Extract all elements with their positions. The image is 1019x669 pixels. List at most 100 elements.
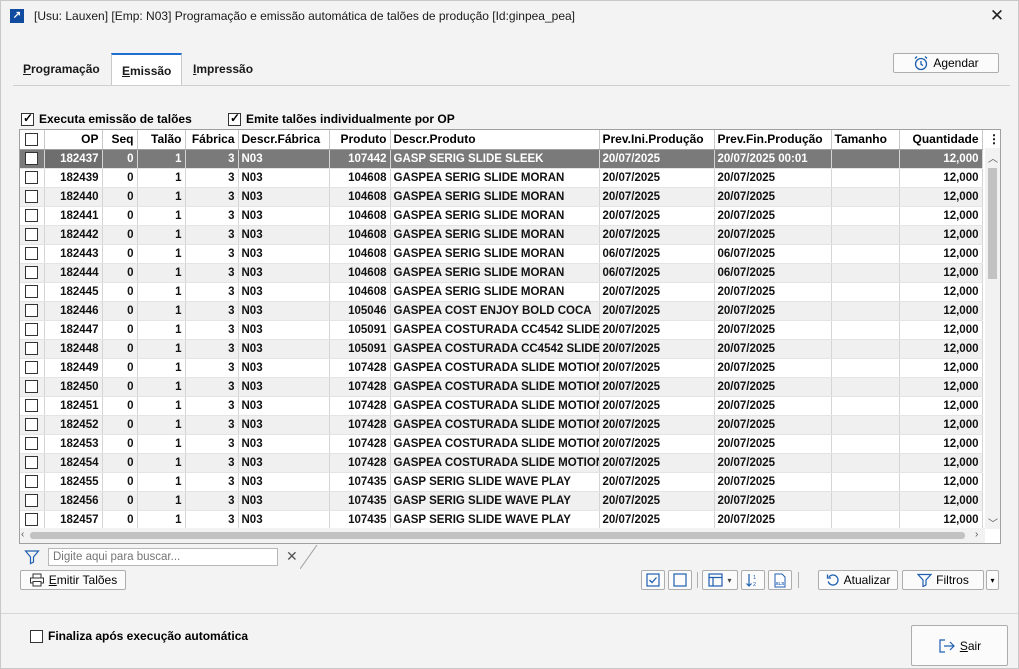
seq-cell[interactable]: 0: [102, 301, 138, 321]
descr-fabrica-cell[interactable]: N03: [238, 339, 330, 359]
quantidade-cell[interactable]: 12,000: [899, 244, 983, 264]
export-excel-button[interactable]: XLS: [768, 570, 792, 590]
row-checkbox[interactable]: [25, 475, 39, 488]
seq-cell[interactable]: 0: [102, 206, 138, 226]
talao-cell[interactable]: 1: [137, 415, 186, 435]
scroll-up-icon[interactable]: ︿: [988, 150, 998, 165]
table-row[interactable]: 182452 0 1 3 N03 107428 GASPEA COSTURADA SLIDE…: [20, 415, 983, 435]
row-select-cell[interactable]: [20, 415, 45, 435]
prev-fin-cell[interactable]: 06/07/2025: [714, 244, 832, 264]
talao-cell[interactable]: 1: [137, 187, 186, 207]
talao-cell[interactable]: 1: [137, 320, 186, 340]
fabrica-cell[interactable]: 3: [185, 206, 239, 226]
prev-ini-cell[interactable]: 20/07/2025: [599, 510, 715, 530]
prev-fin-cell[interactable]: 20/07/2025: [714, 453, 832, 473]
descr-fabrica-cell[interactable]: N03: [238, 453, 330, 473]
emite-individualmente-option[interactable]: Emite talões individualmente por OP: [228, 111, 455, 126]
col-talao[interactable]: Talão: [137, 130, 186, 150]
seq-cell[interactable]: 0: [102, 491, 138, 511]
prev-ini-cell[interactable]: 06/07/2025: [599, 244, 715, 264]
table-row[interactable]: 182445 0 1 3 N03 104608 GASPEA SERIG SLIDE MOR…: [20, 282, 983, 302]
table-row[interactable]: 182439 0 1 3 N03 104608 GASPEA SERIG SLIDE MOR…: [20, 168, 983, 188]
op-cell[interactable]: 182452: [44, 415, 103, 435]
col-produto[interactable]: Produto: [329, 130, 391, 150]
emite-individualmente-checkbox[interactable]: [228, 111, 241, 126]
prev-fin-cell[interactable]: 20/07/2025: [714, 510, 832, 530]
fabrica-cell[interactable]: 3: [185, 377, 239, 397]
descr-fabrica-cell[interactable]: N03: [238, 168, 330, 188]
fabrica-cell[interactable]: 3: [185, 396, 239, 416]
produto-cell[interactable]: 107435: [329, 472, 391, 492]
col-prev-fin[interactable]: Prev.Fin.Produção: [714, 130, 832, 150]
row-select-cell[interactable]: [20, 491, 45, 511]
descr-produto-cell[interactable]: GASP SERIG SLIDE WAVE PLAY: [390, 472, 600, 492]
prev-fin-cell[interactable]: 20/07/2025: [714, 301, 832, 321]
col-seq[interactable]: Seq: [102, 130, 138, 150]
tamanho-cell[interactable]: [831, 434, 900, 454]
prev-ini-cell[interactable]: 20/07/2025: [599, 396, 715, 416]
row-select-cell[interactable]: [20, 282, 45, 302]
row-checkbox[interactable]: [25, 247, 39, 260]
talao-cell[interactable]: 1: [137, 149, 186, 169]
descr-produto-cell[interactable]: GASPEA SERIG SLIDE MORAN: [390, 187, 600, 207]
talao-cell[interactable]: 1: [137, 453, 186, 473]
talao-cell[interactable]: 1: [137, 358, 186, 378]
prev-ini-cell[interactable]: 20/07/2025: [599, 206, 715, 226]
descr-fabrica-cell[interactable]: N03: [238, 282, 330, 302]
horizontal-scroll-thumb[interactable]: [30, 532, 965, 539]
quantidade-cell[interactable]: 12,000: [899, 168, 983, 188]
descr-produto-cell[interactable]: GASPEA COSTURADA SLIDE MOTION: [390, 415, 600, 435]
talao-cell[interactable]: 1: [137, 225, 186, 245]
tab-impressao[interactable]: Impressão: [183, 53, 263, 85]
finaliza-option[interactable]: Finaliza após execução automática: [30, 629, 248, 643]
tamanho-cell[interactable]: [831, 320, 900, 340]
col-tamanho[interactable]: Tamanho: [831, 130, 900, 150]
sort-button[interactable]: 12: [741, 570, 765, 590]
prev-ini-cell[interactable]: 20/07/2025: [599, 149, 715, 169]
uncheck-all-button[interactable]: [668, 570, 692, 590]
descr-produto-cell[interactable]: GASPEA COSTURADA SLIDE MOTION: [390, 377, 600, 397]
produto-cell[interactable]: 105091: [329, 339, 391, 359]
tamanho-cell[interactable]: [831, 263, 900, 283]
op-cell[interactable]: 182440: [44, 187, 103, 207]
vertical-scroll-thumb[interactable]: [988, 168, 997, 279]
row-select-cell[interactable]: [20, 263, 45, 283]
agendar-button[interactable]: Agendar: [893, 53, 999, 73]
emitir-taloes-button[interactable]: Emitir Talões: [20, 570, 126, 590]
quantidade-cell[interactable]: 12,000: [899, 187, 983, 207]
produto-cell[interactable]: 104608: [329, 187, 391, 207]
descr-fabrica-cell[interactable]: N03: [238, 358, 330, 378]
quantidade-cell[interactable]: 12,000: [899, 396, 983, 416]
layout-button[interactable]: ▾: [702, 570, 738, 590]
fabrica-cell[interactable]: 3: [185, 320, 239, 340]
table-row[interactable]: 182455 0 1 3 N03 107435 GASP SERIG SLIDE WAVE …: [20, 472, 983, 492]
table-row[interactable]: 182448 0 1 3 N03 105091 GASPEA COSTURADA CC454…: [20, 339, 983, 359]
descr-produto-cell[interactable]: GASPEA COSTURADA SLIDE MOTION: [390, 358, 600, 378]
prev-ini-cell[interactable]: 20/07/2025: [599, 301, 715, 321]
select-all-header[interactable]: [20, 130, 45, 150]
produto-cell[interactable]: 104608: [329, 168, 391, 188]
talao-cell[interactable]: 1: [137, 244, 186, 264]
seq-cell[interactable]: 0: [102, 415, 138, 435]
row-select-cell[interactable]: [20, 320, 45, 340]
descr-fabrica-cell[interactable]: N03: [238, 396, 330, 416]
row-checkbox[interactable]: [25, 494, 39, 507]
scroll-right-icon[interactable]: ›: [975, 529, 978, 540]
prev-ini-cell[interactable]: 20/07/2025: [599, 415, 715, 435]
prev-fin-cell[interactable]: 20/07/2025: [714, 434, 832, 454]
row-select-cell[interactable]: [20, 206, 45, 226]
fabrica-cell[interactable]: 3: [185, 225, 239, 245]
produto-cell[interactable]: 107428: [329, 377, 391, 397]
col-fabrica[interactable]: Fábrica: [185, 130, 239, 150]
clear-search-icon[interactable]: ✕: [286, 548, 298, 565]
prev-ini-cell[interactable]: 20/07/2025: [599, 453, 715, 473]
row-checkbox[interactable]: [25, 171, 39, 184]
prev-ini-cell[interactable]: 20/07/2025: [599, 434, 715, 454]
quantidade-cell[interactable]: 12,000: [899, 415, 983, 435]
table-row[interactable]: 182447 0 1 3 N03 105091 GASPEA COSTURADA CC454…: [20, 320, 983, 340]
descr-fabrica-cell[interactable]: N03: [238, 206, 330, 226]
tamanho-cell[interactable]: [831, 415, 900, 435]
row-select-cell[interactable]: [20, 187, 45, 207]
vertical-scrollbar[interactable]: ︿ ﹀: [985, 148, 1000, 530]
prev-fin-cell[interactable]: 20/07/2025 00:01: [714, 149, 832, 169]
